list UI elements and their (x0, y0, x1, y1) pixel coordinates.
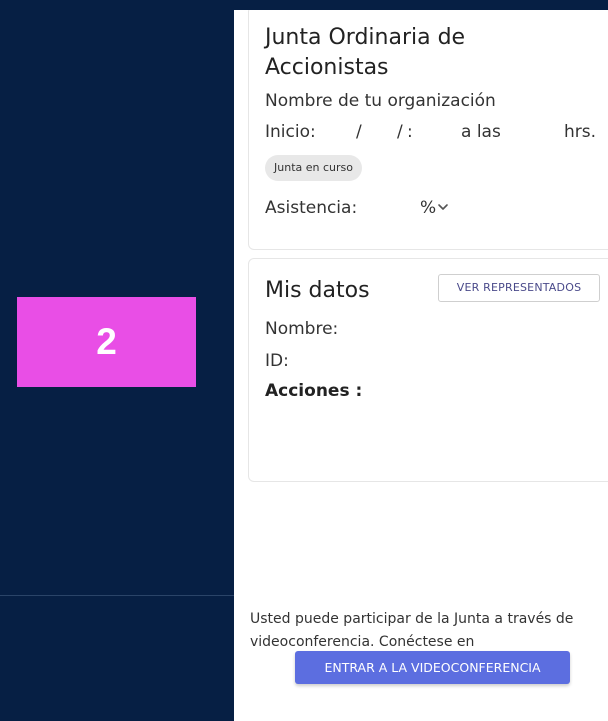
organization-name: Nombre de tu organización (265, 91, 496, 111)
my-data-card: Mis datos VER REPRESENTADOS Nombre: ID: … (248, 258, 608, 482)
start-label: Inicio: (265, 122, 316, 142)
name-label: Nombre: (265, 319, 339, 339)
date-separator-2: / (397, 122, 403, 142)
videoconference-note: Usted puede participar de la Junta a tra… (250, 611, 574, 650)
attendance-label: Asistencia: (265, 198, 358, 218)
my-data-title: Mis datos (265, 278, 370, 303)
at-label: a las (461, 122, 501, 142)
left-divider (0, 595, 234, 596)
view-represented-button[interactable]: VER REPRESENTADOS (438, 274, 600, 302)
id-label: ID: (265, 351, 289, 371)
hrs-label: hrs. (564, 122, 597, 142)
meeting-title-line1: Junta Ordinaria de (265, 25, 466, 50)
shares-label: Acciones : (265, 381, 363, 401)
join-videoconference-button[interactable]: ENTRAR A LA VIDEOCONFERENCIA (295, 651, 570, 684)
app-panel: Junta Ordinaria de Accionistas Nombre de… (234, 10, 608, 721)
meeting-card: Junta Ordinaria de Accionistas Nombre de… (248, 10, 608, 250)
meeting-status-badge: Junta en curso (265, 155, 362, 181)
attendance-unit: % (420, 198, 437, 218)
meeting-title-line2: Accionistas (265, 55, 389, 80)
date-separator-1: / (356, 122, 362, 142)
chevron-down-icon[interactable] (437, 201, 449, 213)
time-separator: : (407, 122, 413, 142)
step-number-badge: 2 (17, 297, 196, 387)
